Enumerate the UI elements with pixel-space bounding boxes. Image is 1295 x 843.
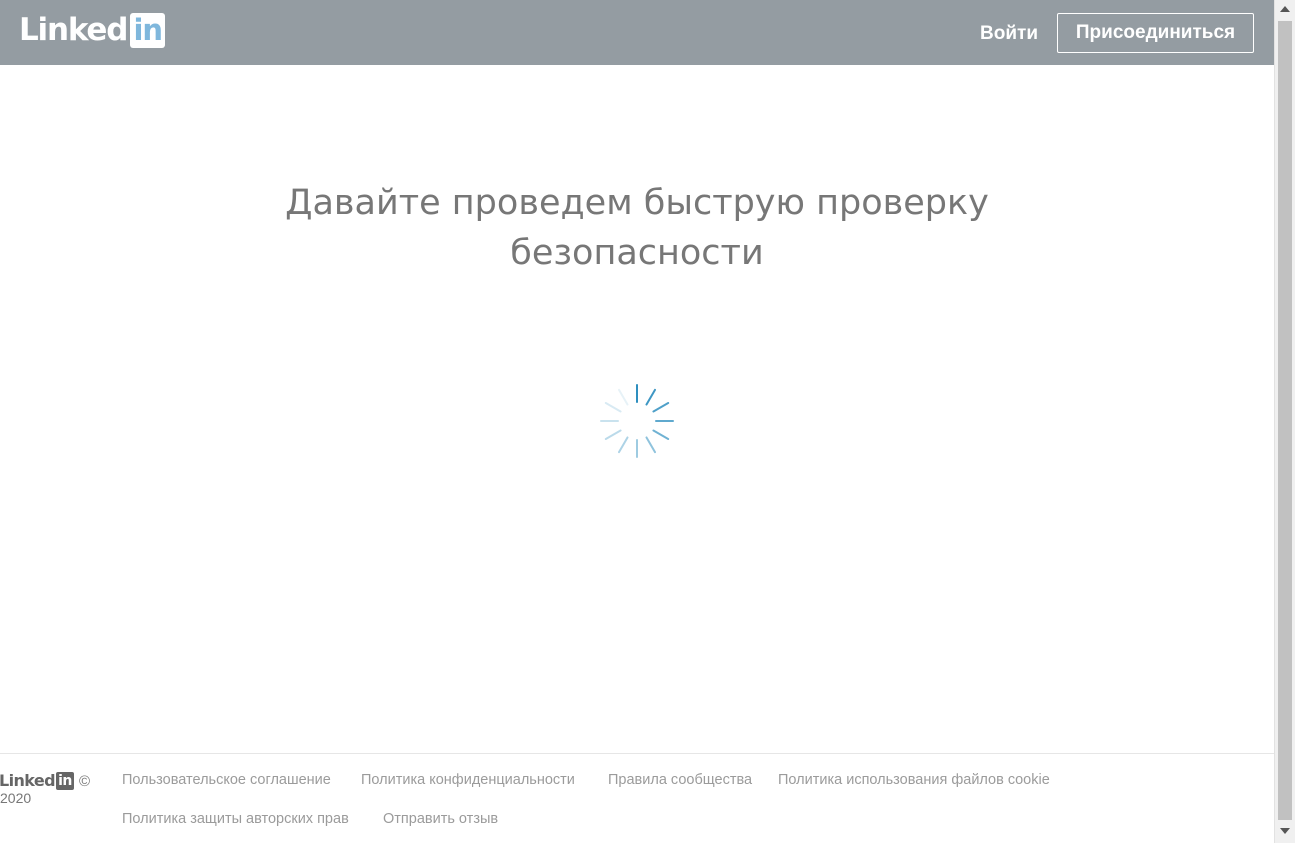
footer-link-send-feedback[interactable]: Отправить отзыв (383, 810, 498, 828)
footer-divider (0, 753, 1274, 754)
spinner-tick (652, 429, 670, 440)
title-line-1: Давайте проведем быструю проверку (285, 183, 989, 223)
spinner-tick (618, 388, 629, 406)
join-button[interactable]: Присоединиться (1057, 13, 1254, 53)
footer-link-privacy-policy[interactable]: Политика конфиденциальности (361, 771, 575, 789)
logo-in-text: in (133, 13, 163, 47)
spinner-tick (652, 402, 670, 413)
footer-logo-in-box: in (56, 772, 74, 790)
spinner-tick (618, 436, 629, 454)
footer-logo-word: Linked (0, 771, 56, 790)
page: Linked in Войти Присоединиться Давайте п… (0, 0, 1274, 843)
spinner-tick (604, 429, 622, 440)
scrollbar-thumb[interactable] (1278, 21, 1292, 820)
vertical-scrollbar[interactable] (1274, 0, 1295, 843)
copyright-year: 2020 (0, 790, 32, 806)
spinner-tick (645, 388, 656, 406)
footer-logo: Linked in © (0, 772, 90, 790)
sign-in-link[interactable]: Войти (970, 17, 1048, 51)
copyright-symbol: © (79, 772, 91, 790)
footer-link-community-guidelines[interactable]: Правила сообщества (608, 771, 752, 789)
title-line-2: безопасности (510, 233, 764, 273)
page-title: Давайте проведем быструю проверку безопа… (230, 178, 1044, 278)
footer-link-user-agreement[interactable]: Пользовательское соглашение (122, 771, 331, 789)
scroll-down-arrow-icon[interactable] (1280, 828, 1290, 834)
header-bar: Linked in Войти Присоединиться (0, 0, 1274, 65)
footer-link-cookie-policy[interactable]: Политика использования файлов cookie (778, 771, 1050, 789)
scroll-up-arrow-icon[interactable] (1280, 6, 1290, 12)
footer-link-copyright-policy[interactable]: Политика защиты авторских прав (122, 810, 349, 828)
loading-spinner-icon (600, 384, 674, 458)
logo-word: Linked (19, 12, 128, 48)
linkedin-logo[interactable]: Linked in (19, 12, 166, 48)
spinner-tick (645, 436, 656, 454)
logo-in-box: in (130, 13, 166, 48)
footer-logo-in-text: in (58, 773, 72, 789)
spinner-tick (604, 402, 622, 413)
